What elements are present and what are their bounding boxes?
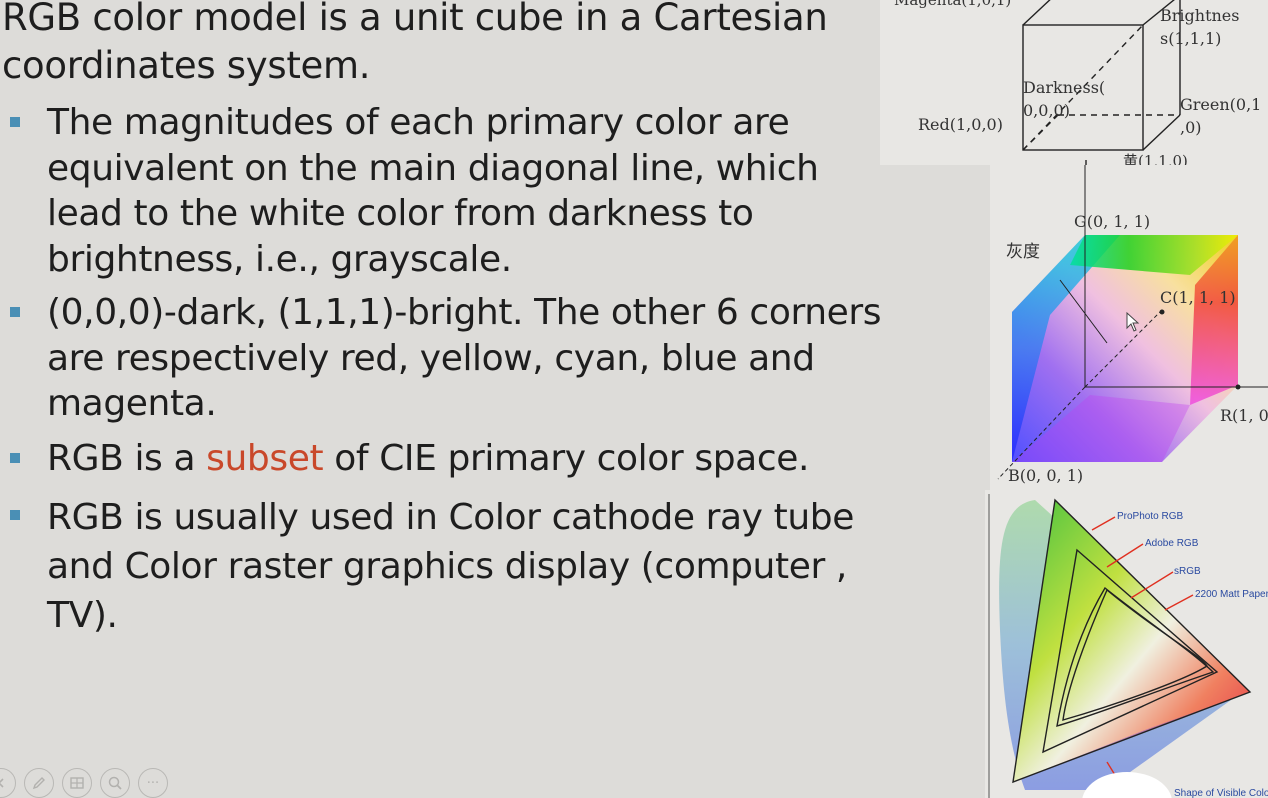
bullet-list: The magnitudes of each primary color are…: [0, 100, 900, 640]
g-vertex-label: G(0, 1, 1): [1074, 212, 1150, 231]
magenta-label: Magenta(1,0,1): [894, 0, 1011, 9]
darkness-label-2: 0,0,0): [1023, 101, 1070, 120]
bullet-marker-icon: [10, 452, 20, 463]
slideshow-toolbar: ···: [0, 768, 168, 798]
r-vertex-label: R(1, 0: [1220, 406, 1268, 425]
visible-colors-label: Shape of Visible Colo: [1174, 788, 1268, 798]
bullet-text-pre: RGB is a: [47, 437, 207, 479]
red-label: Red(1,0,0): [918, 115, 1003, 134]
rgb-color-cube-diagram: G(0, 1, 1) 灰度 C(1, 1, 1) R(1, 0 B(0, 0, …: [990, 165, 1268, 490]
pen-icon[interactable]: [24, 768, 54, 798]
slides-grid-icon[interactable]: [62, 768, 92, 798]
bullet-marker-icon: [10, 307, 20, 317]
prev-icon[interactable]: [0, 768, 16, 798]
bullet-item: RGB is a subset of CIE primary color spa…: [0, 436, 900, 482]
zoom-icon[interactable]: [100, 768, 130, 798]
bullet-text: (0,0,0)-dark, (1,1,1)-bright. The other …: [47, 292, 882, 424]
b-vertex-label: B(0, 0, 1): [1008, 466, 1083, 485]
srgb-label: sRGB: [1174, 566, 1201, 577]
bullet-text-post: of CIE primary color space.: [323, 437, 810, 479]
green-label-1: Green(0,1: [1180, 95, 1261, 114]
brightness-label-1: Brightnes: [1160, 6, 1239, 25]
bullet-marker-icon: [10, 117, 20, 127]
bullet-item: RGB is usually used in Color cathode ray…: [0, 493, 900, 640]
rgb-wireframe-cube-diagram: Magenta(1,0,1) Brightnes s(1,1,1) Darkne…: [880, 0, 1268, 165]
green-label-2: ,0): [1180, 118, 1202, 137]
color-gamut-diagram: ProPhoto RGB Adobe RGB sRGB 2200 Matt Pa…: [985, 490, 1268, 798]
brightness-label-2: s(1,1,1): [1160, 29, 1221, 48]
prophoto-rgb-label: ProPhoto RGB: [1117, 511, 1183, 522]
yellow-label: 黄(1,1,0): [1123, 152, 1188, 165]
adobe-rgb-label: Adobe RGB: [1145, 538, 1199, 549]
bullet-text: RGB is usually used in Color cathode ray…: [47, 497, 854, 636]
grayscale-label: 灰度: [1006, 242, 1040, 262]
bullet-marker-icon: [10, 510, 20, 520]
more-options-icon[interactable]: ···: [138, 768, 168, 798]
slide-title: RGB color model is a unit cube in a Cart…: [2, 0, 828, 87]
bullet-item: (0,0,0)-dark, (1,1,1)-bright. The other …: [0, 290, 900, 427]
bullet-text: The magnitudes of each primary color are…: [47, 102, 819, 280]
highlighted-word: subset: [206, 437, 324, 479]
darkness-label-1: Darkness(: [1023, 78, 1105, 97]
c-vertex-label: C(1, 1, 1): [1160, 288, 1236, 307]
bullet-item: The magnitudes of each primary color are…: [0, 100, 900, 282]
matt-paper-label: 2200 Matt Paper: [1195, 589, 1268, 600]
